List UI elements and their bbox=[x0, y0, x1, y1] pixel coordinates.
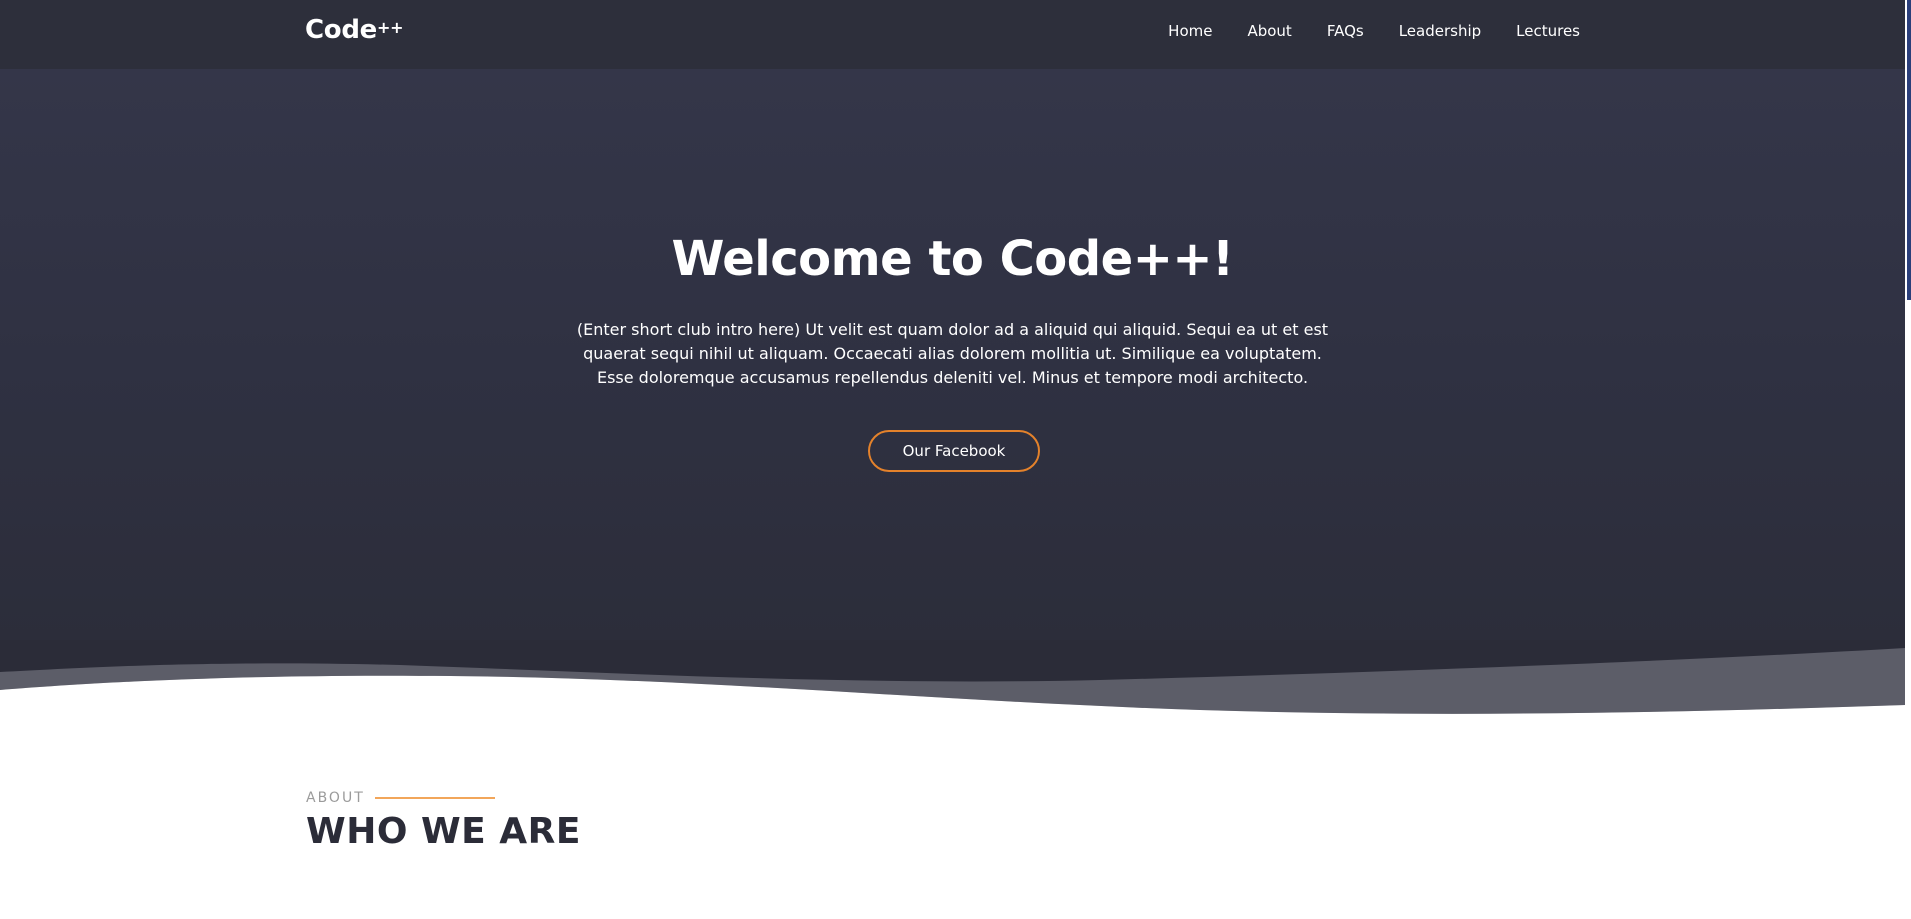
hero-title: Welcome to Code++! bbox=[671, 231, 1234, 287]
hero-section: Welcome to Code++! (Enter short club int… bbox=[0, 69, 1905, 719]
nav-link-lectures[interactable]: Lectures bbox=[1516, 22, 1580, 40]
top-navbar: Code++ Home About FAQs Leadership Lectur… bbox=[0, 0, 1905, 69]
nav-link-home[interactable]: Home bbox=[1168, 22, 1212, 40]
brand-logo-link[interactable]: Code++ bbox=[305, 15, 404, 45]
eyebrow-divider-line bbox=[374, 797, 495, 799]
about-eyebrow: ABOUT bbox=[306, 790, 495, 806]
about-eyebrow-label: ABOUT bbox=[306, 790, 365, 806]
brand-suffix: ++ bbox=[377, 18, 404, 37]
facebook-button[interactable]: Our Facebook bbox=[868, 430, 1040, 472]
nav-link-about[interactable]: About bbox=[1247, 22, 1291, 40]
page-scrollbar[interactable] bbox=[1905, 0, 1911, 919]
about-section-title: WHO WE ARE bbox=[306, 811, 581, 852]
nav-link-leadership[interactable]: Leadership bbox=[1399, 22, 1481, 40]
main-nav: Home About FAQs Leadership Lectures bbox=[1133, 22, 1580, 40]
page: Code++ Home About FAQs Leadership Lectur… bbox=[0, 0, 1911, 919]
scrollbar-thumb[interactable] bbox=[1907, 0, 1911, 300]
hero-intro-text: (Enter short club intro here) Ut velit e… bbox=[576, 320, 1329, 387]
hero-wave-divider bbox=[0, 640, 1905, 720]
nav-link-faqs[interactable]: FAQs bbox=[1327, 22, 1364, 40]
brand-name: Code bbox=[305, 15, 377, 45]
